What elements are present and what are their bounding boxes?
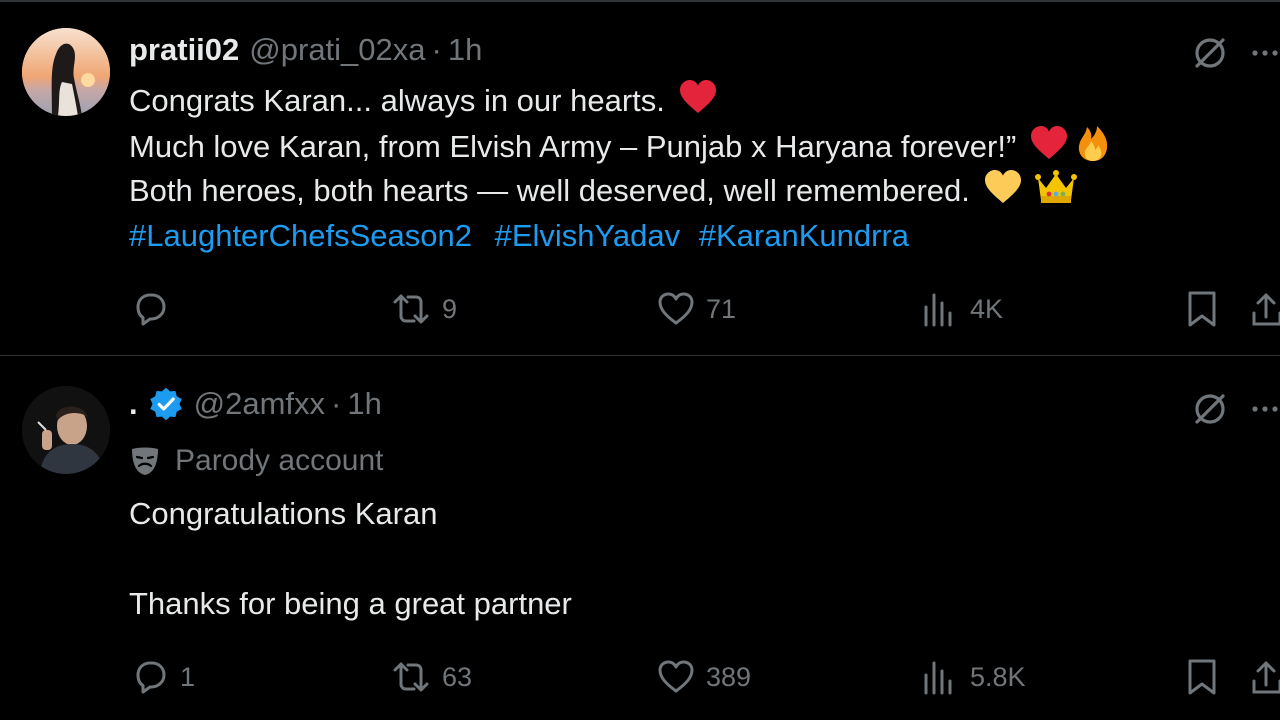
post-text-line: Much love Karan, from Elvish Army – Punj… — [129, 123, 1113, 168]
post-text-line: Both heroes, both hearts — well deserved… — [129, 168, 1113, 213]
reply-icon — [136, 661, 166, 694]
views-button[interactable]: 4K — [920, 287, 1003, 331]
reply-count: 1 — [180, 661, 196, 692]
theater-mask-icon — [132, 447, 158, 475]
fire-emoji-icon — [1073, 123, 1113, 175]
red-heart-emoji-icon — [678, 79, 718, 127]
reply-button[interactable] — [130, 287, 180, 331]
crown-emoji-icon — [1035, 168, 1078, 218]
view-count: 5.8K — [970, 661, 1026, 692]
reply-button[interactable]: 1 — [130, 655, 195, 699]
reply-icon — [136, 293, 166, 326]
repost-button[interactable]: 63 — [390, 655, 472, 699]
timestamp[interactable]: 1h — [448, 32, 482, 68]
post[interactable]: . @2amfxx · 1h Parody account Congratula… — [0, 356, 1280, 720]
username[interactable]: @prati_02xa — [249, 32, 425, 68]
bookmark-button[interactable] — [1184, 655, 1230, 699]
bookmark-icon — [1188, 291, 1216, 327]
like-button[interactable]: 389 — [656, 655, 751, 699]
repost-count: 9 — [442, 293, 458, 324]
post[interactable]: pratii02 @prati_02xa · 1h Congrats Karan… — [0, 0, 1280, 355]
post-text: Congrats Karan... always in our hearts. … — [129, 78, 1113, 258]
repost-icon — [393, 294, 429, 324]
hashtag-link[interactable]: #ElvishYadav — [495, 218, 681, 253]
share-button[interactable] — [1250, 655, 1280, 699]
heart-icon — [658, 292, 694, 325]
more-icon[interactable] — [1250, 394, 1280, 429]
avatar[interactable] — [22, 386, 110, 474]
views-button[interactable]: 5.8K — [920, 655, 1026, 699]
separator: · — [431, 32, 442, 67]
hashtags: #LaughterChefsSeason2 #ElvishYadav #Kara… — [129, 213, 1113, 258]
hashtag-link[interactable]: #KaranKundrra — [699, 218, 909, 253]
like-count: 389 — [706, 661, 752, 692]
bookmark-icon — [1188, 659, 1216, 695]
action-bar: 1 63 389 5.8K — [0, 655, 1280, 699]
post-text-line: Congrats Karan... always in our hearts. — [129, 78, 1113, 123]
heart-icon — [658, 660, 694, 693]
post-text-line: Congratulations Karan — [129, 496, 438, 531]
parody-label-text: Parody account — [175, 444, 384, 477]
repost-icon — [393, 662, 429, 692]
parody-label: Parody account — [129, 444, 383, 478]
action-bar: 9 71 4K — [0, 287, 1280, 331]
post-text-line: Thanks for being a great partner — [129, 586, 572, 621]
username[interactable]: @2amfxx — [194, 386, 325, 422]
display-name[interactable]: . — [129, 386, 138, 422]
view-count: 4K — [970, 293, 1004, 324]
separator: · — [331, 386, 342, 421]
grok-icon[interactable] — [1190, 33, 1230, 78]
views-icon — [924, 661, 952, 695]
share-button[interactable] — [1250, 287, 1280, 331]
like-button[interactable]: 71 — [656, 287, 736, 331]
avatar[interactable] — [22, 28, 110, 116]
yellow-heart-emoji-icon — [983, 169, 1023, 217]
display-name[interactable]: pratii02 — [129, 32, 239, 68]
red-heart-emoji-icon — [1029, 125, 1069, 173]
repost-button[interactable]: 9 — [390, 287, 457, 331]
repost-count: 63 — [442, 661, 473, 692]
grok-icon[interactable] — [1190, 389, 1230, 434]
post-text: Congratulations Karan Thanks for being a… — [129, 491, 572, 626]
verified-badge-icon — [149, 387, 182, 421]
timestamp[interactable]: 1h — [347, 386, 381, 422]
hashtag-link[interactable]: #LaughterChefsSeason2 — [129, 218, 472, 253]
views-icon — [924, 293, 952, 327]
more-icon[interactable] — [1250, 38, 1280, 73]
post-header: pratii02 @prati_02xa · 1h — [129, 32, 482, 68]
post-header: . @2amfxx · 1h — [129, 386, 382, 422]
share-icon — [1252, 661, 1280, 694]
bookmark-button[interactable] — [1184, 287, 1230, 331]
share-icon — [1252, 293, 1280, 326]
like-count: 71 — [706, 293, 737, 324]
